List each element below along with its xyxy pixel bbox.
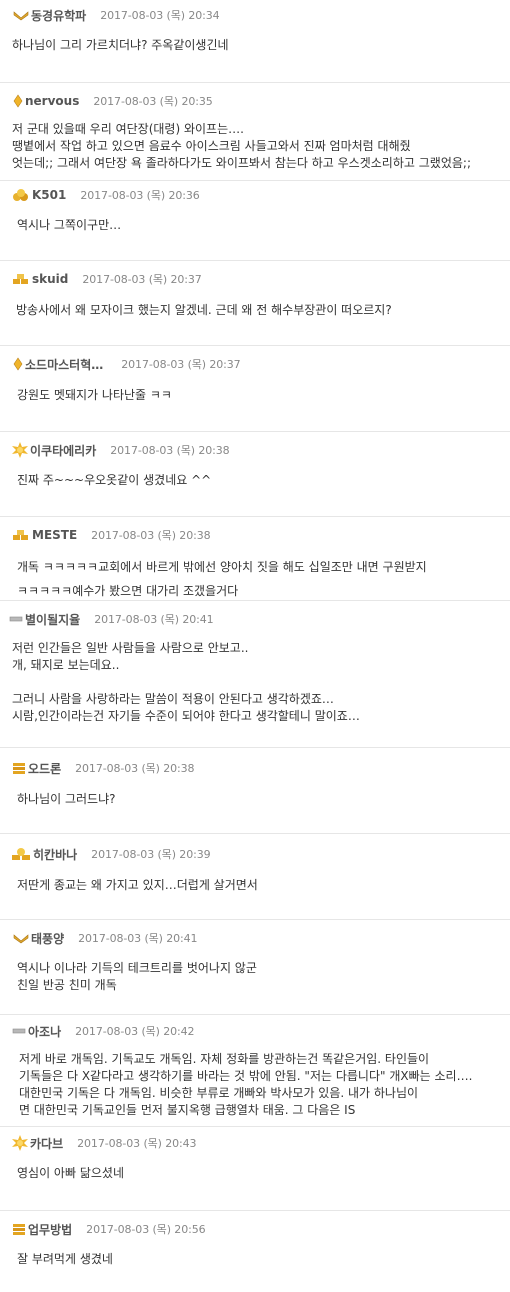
comment-author[interactable]: 동경유학파 [31, 7, 86, 24]
comment-header: 카다브 2017-08-03 (목) 20:43 [12, 1135, 197, 1152]
comment-item: 히칸바나 2017-08-03 (목) 20:39 저딴게 종교는 왜 가지고 … [0, 833, 510, 919]
comment-item: 업무방법 2017-08-03 (목) 20:56 잘 부려먹게 생겼네 [0, 1210, 510, 1292]
comment-list: 동경유학파 2017-08-03 (목) 20:34 하나님이 그리 가르치더냐… [0, 0, 510, 1292]
comment-text: 역시나 그쪽이구만… [17, 218, 122, 232]
comment-date: 2017-08-03 (목) 20:41 [94, 613, 214, 626]
comment-text: 저 군대 있을때 우리 여단장(대령) 와이프는…. 땡볕에서 작업 하고 있으… [12, 122, 471, 170]
gold-stack-icon [12, 1223, 26, 1235]
comment-date: 2017-08-03 (목) 20:56 [86, 1223, 206, 1236]
comment-item: 태풍양 2017-08-03 (목) 20:41 역시나 이나라 기득의 테크트… [0, 919, 510, 1014]
comment-date: 2017-08-03 (목) 20:41 [78, 932, 198, 945]
comment-date: 2017-08-03 (목) 20:35 [93, 95, 213, 108]
comment-header: nervous 2017-08-03 (목) 20:35 [13, 93, 213, 109]
wing-rank-icon [13, 9, 29, 21]
silver-bar-icon [12, 1027, 26, 1035]
comment-header: 히칸바나 2017-08-03 (목) 20:39 [11, 846, 211, 862]
gold-cluster-icon [12, 188, 30, 202]
comment-item: 아조나 2017-08-03 (목) 20:42 저게 바로 개독임. 기독교도… [0, 1014, 510, 1126]
comment-text: 강원도 멧돼지가 나타난줄 ㅋㅋ [17, 388, 172, 402]
comment-item: nervous 2017-08-03 (목) 20:35 저 군대 있을때 우리… [0, 82, 510, 180]
comment-text: 잘 부려먹게 생겼네 [17, 1252, 113, 1266]
diamond-rank-icon [13, 357, 23, 371]
comment-text: 개독 ㅋㅋㅋㅋㅋ교회에서 바르게 밖에선 양아치 짓을 해도 십일조만 내면 구… [17, 560, 427, 598]
gold-bars-icon [12, 529, 30, 541]
gold-pile-icon [11, 847, 31, 861]
comment-author[interactable]: skuid [32, 272, 68, 286]
comment-header: 별이될지율 2017-08-03 (목) 20:41 [9, 611, 214, 627]
comment-author[interactable]: 히칸바나 [33, 846, 77, 863]
comment-item: K501 2017-08-03 (목) 20:36 역시나 그쪽이구만… [0, 180, 510, 260]
comment-author[interactable]: 카다브 [30, 1135, 63, 1152]
comment-author[interactable]: 아조나 [28, 1023, 61, 1040]
comment-text: 역시나 이나라 기득의 테크트리를 벗어나지 않군 친일 반공 친미 개독 [17, 961, 257, 992]
comment-header: 이쿠타에리카 2017-08-03 (목) 20:38 [12, 442, 230, 458]
comment-date: 2017-08-03 (목) 20:43 [77, 1137, 197, 1150]
comment-header: 태풍양 2017-08-03 (목) 20:41 [13, 930, 198, 947]
comment-date: 2017-08-03 (목) 20:42 [75, 1025, 195, 1038]
comment-text: 저딴게 종교는 왜 가지고 있지…더럽게 살거면서 [17, 878, 258, 892]
comment-text: 저런 인간들은 일반 사람들을 사람으로 안보고.. 개, 돼지로 보는데요..… [12, 641, 360, 723]
comment-author[interactable]: 업무방법 [28, 1221, 72, 1238]
comment-date: 2017-08-03 (목) 20:36 [80, 189, 200, 202]
comment-item: 오드론 2017-08-03 (목) 20:38 하나님이 그러드냐? [0, 747, 510, 833]
comment-text: 방송사에서 왜 모자이크 했는지 알겠네. 근데 왜 전 해수부장관이 떠오르지… [16, 303, 392, 317]
comment-date: 2017-08-03 (목) 20:38 [75, 762, 195, 775]
comment-item: 소드마스터혁… 2017-08-03 (목) 20:37 강원도 멧돼지가 나타… [0, 345, 510, 431]
comment-author[interactable]: K501 [32, 188, 66, 202]
gold-bars-icon [12, 273, 30, 285]
comment-text: 영심이 아빠 닮으셨네 [17, 1166, 124, 1180]
comment-author[interactable]: MESTE [32, 528, 77, 542]
comment-text: 하나님이 그러드냐? [17, 792, 116, 806]
comment-header: 아조나 2017-08-03 (목) 20:42 [12, 1023, 195, 1040]
diamond-rank-icon [13, 94, 23, 108]
comment-date: 2017-08-03 (목) 20:38 [91, 529, 211, 542]
gold-stack-icon [12, 762, 26, 774]
comment-item: MESTE 2017-08-03 (목) 20:38 개독 ㅋㅋㅋㅋㅋ교회에서 … [0, 516, 510, 600]
comment-header: K501 2017-08-03 (목) 20:36 [12, 187, 200, 203]
sun-rank-icon [12, 1135, 28, 1151]
comment-text: 하나님이 그리 가르치더냐? 주옥같이생긴네 [12, 38, 229, 52]
comment-date: 2017-08-03 (목) 20:39 [91, 848, 211, 861]
comment-item: 별이될지율 2017-08-03 (목) 20:41 저런 인간들은 일반 사람… [0, 600, 510, 747]
comment-date: 2017-08-03 (목) 20:37 [121, 358, 241, 371]
comment-header: 동경유학파 2017-08-03 (목) 20:34 [13, 7, 220, 23]
comment-author[interactable]: 소드마스터혁… [25, 356, 103, 373]
comment-text: 저게 바로 개독임. 기독교도 개독임. 자체 정화를 방관하는건 똑같은거임.… [19, 1052, 473, 1117]
comment-author[interactable]: nervous [25, 94, 79, 108]
comment-author[interactable]: 별이될지율 [25, 611, 80, 628]
comment-item: 이쿠타에리카 2017-08-03 (목) 20:38 진짜 주~~~우오옷같이… [0, 431, 510, 516]
comment-item: 동경유학파 2017-08-03 (목) 20:34 하나님이 그리 가르치더냐… [0, 0, 510, 82]
comment-header: skuid 2017-08-03 (목) 20:37 [12, 271, 202, 287]
wing-rank-icon [13, 932, 29, 944]
comment-date: 2017-08-03 (목) 20:34 [100, 9, 220, 22]
comment-item: skuid 2017-08-03 (목) 20:37 방송사에서 왜 모자이크 … [0, 260, 510, 345]
comment-text: 진짜 주~~~우오옷같이 생겼네요 ^^ [17, 473, 212, 487]
comment-header: MESTE 2017-08-03 (목) 20:38 [12, 527, 211, 543]
comment-item: 카다브 2017-08-03 (목) 20:43 영심이 아빠 닮으셨네 [0, 1126, 510, 1210]
comment-date: 2017-08-03 (목) 20:37 [82, 273, 202, 286]
sun-rank-icon [12, 442, 28, 458]
comment-author[interactable]: 오드론 [28, 760, 61, 777]
comment-header: 소드마스터혁… 2017-08-03 (목) 20:37 [13, 356, 241, 372]
comment-date: 2017-08-03 (목) 20:38 [110, 444, 230, 457]
comment-header: 업무방법 2017-08-03 (목) 20:56 [12, 1221, 206, 1237]
comment-header: 오드론 2017-08-03 (목) 20:38 [12, 760, 195, 777]
comment-author[interactable]: 태풍양 [31, 930, 64, 947]
comment-author[interactable]: 이쿠타에리카 [30, 442, 96, 459]
silver-bar-icon [9, 615, 23, 623]
